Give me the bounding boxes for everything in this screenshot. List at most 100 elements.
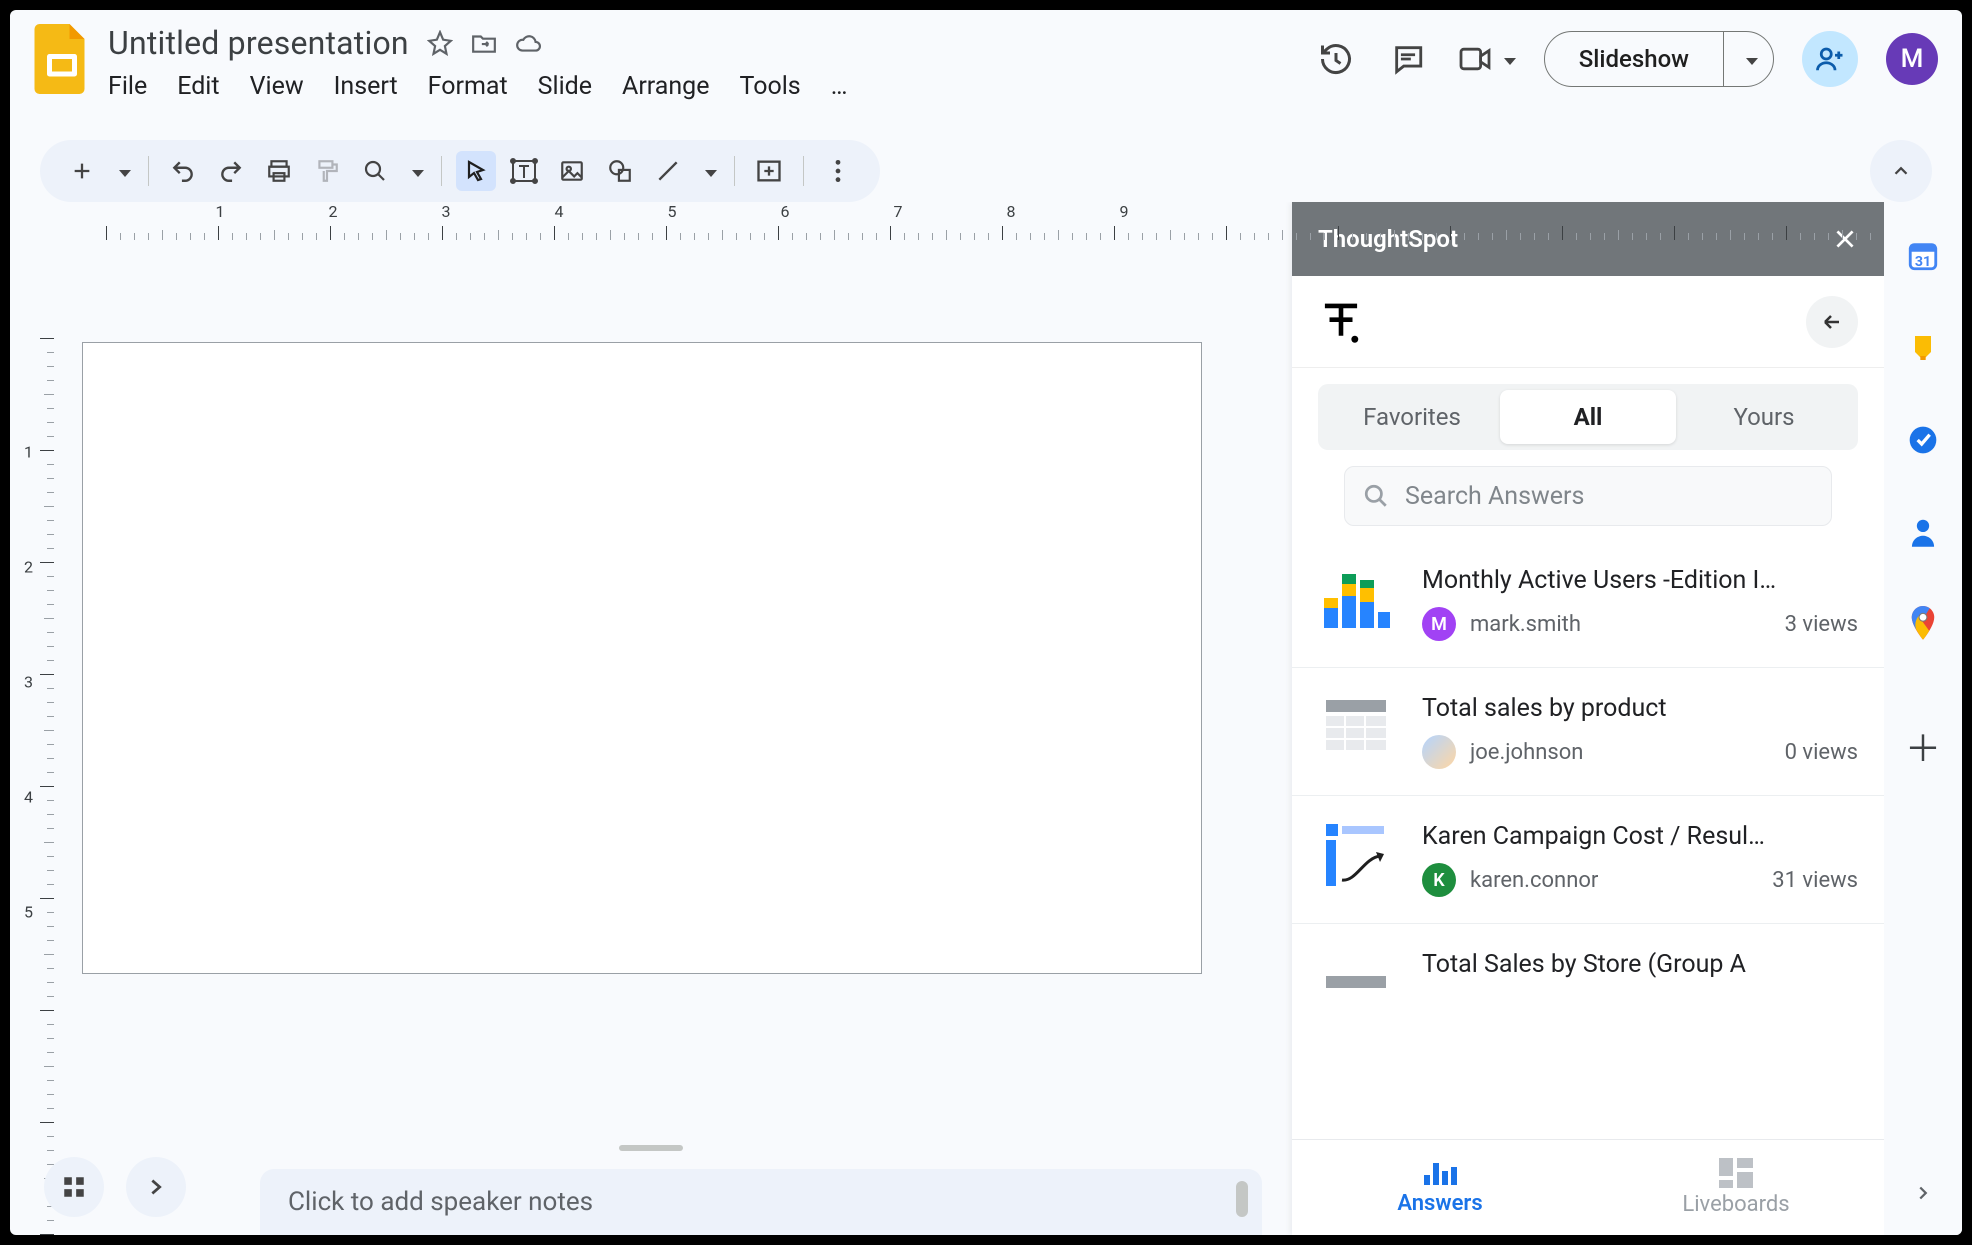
new-slide-button[interactable] [62, 151, 102, 191]
slideshow-button[interactable]: Slideshow [1545, 32, 1723, 86]
tab-liveboards[interactable]: Liveboards [1588, 1140, 1884, 1235]
thoughtspot-panel: ThoughtSpot Favorites All Yours [1292, 202, 1884, 1235]
menu-format[interactable]: Format [428, 72, 508, 101]
list-item[interactable]: Monthly Active Users -Edition I… M mark.… [1292, 540, 1884, 668]
zoom-options[interactable] [403, 151, 427, 191]
contacts-icon[interactable] [1905, 514, 1941, 550]
menu-edit[interactable]: Edit [177, 72, 219, 101]
answer-thumbnail-icon [1318, 566, 1394, 634]
ruler-h-label: 4 [555, 202, 564, 221]
right-rail: 31 ＋ [1884, 202, 1962, 1235]
editor-area: 1 2 3 4 5 123456789 [10, 202, 1292, 1235]
ruler-h-label: 3 [442, 202, 451, 221]
speaker-notes-placeholder: Click to add speaker notes [288, 1187, 593, 1217]
textbox-tool[interactable] [504, 151, 544, 191]
panel-title: ThoughtSpot [1318, 225, 1458, 253]
ruler-h-label: 7 [894, 202, 903, 221]
zoom-button[interactable] [355, 151, 395, 191]
ruler-horizontal: 123456789 [58, 202, 1292, 242]
panel-bottom-tabs: Answers Liveboards [1292, 1139, 1884, 1235]
answer-title: Total sales by product [1422, 694, 1858, 723]
toolbar [10, 140, 1962, 202]
svg-text:31: 31 [1915, 254, 1931, 270]
author-name: karen.connor [1470, 868, 1598, 893]
star-icon[interactable] [427, 30, 453, 56]
tasks-icon[interactable] [1905, 422, 1941, 458]
shape-tool[interactable] [600, 151, 640, 191]
menu-file[interactable]: File [108, 72, 147, 101]
add-addon-button[interactable]: ＋ [1905, 728, 1941, 764]
close-icon[interactable] [1832, 226, 1858, 252]
redo-button[interactable] [211, 151, 251, 191]
menu-bar: File Edit View Insert Format Slide Arran… [108, 62, 849, 101]
list-item[interactable]: Karen Campaign Cost / Resul… K karen.con… [1292, 796, 1884, 924]
document-title[interactable]: Untitled presentation [108, 24, 409, 62]
author-avatar [1422, 735, 1456, 769]
tab-yours[interactable]: Yours [1676, 390, 1852, 444]
meet-button[interactable] [1458, 45, 1516, 73]
list-item[interactable]: Total Sales by Store (Group A [1292, 924, 1884, 1018]
toolbar-overflow[interactable] [818, 151, 858, 191]
add-comment-button[interactable] [749, 151, 789, 191]
ruler-h-label: 8 [1007, 202, 1016, 221]
tab-answers[interactable]: Answers [1292, 1140, 1588, 1235]
menu-insert[interactable]: Insert [334, 72, 398, 101]
author-avatar: K [1422, 863, 1456, 897]
menu-arrange[interactable]: Arrange [622, 72, 709, 101]
maps-icon[interactable] [1905, 606, 1941, 642]
move-folder-icon[interactable] [471, 30, 497, 56]
scrollbar-thumb[interactable] [1236, 1181, 1248, 1217]
notes-drag-handle[interactable] [619, 1145, 683, 1151]
thoughtspot-logo-icon [1318, 299, 1364, 345]
share-button[interactable] [1802, 31, 1858, 87]
print-button[interactable] [259, 151, 299, 191]
menu-overflow[interactable]: … [831, 72, 850, 101]
explore-button[interactable] [126, 1157, 186, 1217]
ruler-h-label: 1 [216, 202, 225, 221]
grid-view-button[interactable] [44, 1157, 104, 1217]
comments-icon[interactable] [1386, 37, 1430, 81]
tab-all[interactable]: All [1500, 390, 1676, 444]
chevron-down-icon [113, 162, 131, 181]
menu-tools[interactable]: Tools [739, 72, 800, 101]
collapse-toolbar-button[interactable] [1870, 140, 1932, 202]
list-item[interactable]: Total sales by product joe.johnson 0 vie… [1292, 668, 1884, 796]
author-name: joe.johnson [1470, 740, 1583, 765]
select-tool[interactable] [456, 151, 496, 191]
line-options[interactable] [696, 151, 720, 191]
line-tool[interactable] [648, 151, 688, 191]
calendar-icon[interactable]: 31 [1905, 238, 1941, 274]
undo-button[interactable] [163, 151, 203, 191]
author-name: mark.smith [1470, 612, 1581, 637]
chevron-down-icon [406, 162, 424, 181]
slideshow-options-button[interactable] [1723, 32, 1773, 86]
filter-tabs: Favorites All Yours [1318, 384, 1858, 450]
slide-canvas[interactable] [82, 342, 1202, 974]
chevron-down-icon [1498, 50, 1516, 69]
slides-logo-icon[interactable] [34, 24, 90, 94]
answer-thumbnail-icon [1318, 694, 1394, 762]
keep-icon[interactable] [1905, 330, 1941, 366]
search-input[interactable]: Search Answers [1344, 466, 1832, 526]
collapse-rail-button[interactable] [1907, 1177, 1939, 1209]
chevron-down-icon [1740, 50, 1758, 69]
author-avatar: M [1422, 607, 1456, 641]
menu-slide[interactable]: Slide [538, 72, 592, 101]
version-history-icon[interactable] [1314, 37, 1358, 81]
chart-icon [1422, 1159, 1458, 1187]
view-count: 31 views [1772, 868, 1858, 893]
ruler-h-label: 2 [329, 202, 338, 221]
account-avatar[interactable]: M [1886, 33, 1938, 85]
answer-title: Karen Campaign Cost / Resul… [1422, 822, 1858, 851]
ruler-h-label: 5 [668, 202, 677, 221]
image-tool[interactable] [552, 151, 592, 191]
tab-favorites[interactable]: Favorites [1324, 390, 1500, 444]
ruler-h-label: 6 [781, 202, 790, 221]
speaker-notes[interactable]: Click to add speaker notes [260, 1169, 1262, 1235]
back-button[interactable] [1806, 296, 1858, 348]
docbar: Untitled presentation File Edit View Ins… [10, 10, 1962, 140]
cloud-saved-icon[interactable] [515, 30, 541, 56]
new-slide-options[interactable] [110, 151, 134, 191]
menu-view[interactable]: View [250, 72, 304, 101]
answer-title: Total Sales by Store (Group A [1422, 950, 1858, 979]
